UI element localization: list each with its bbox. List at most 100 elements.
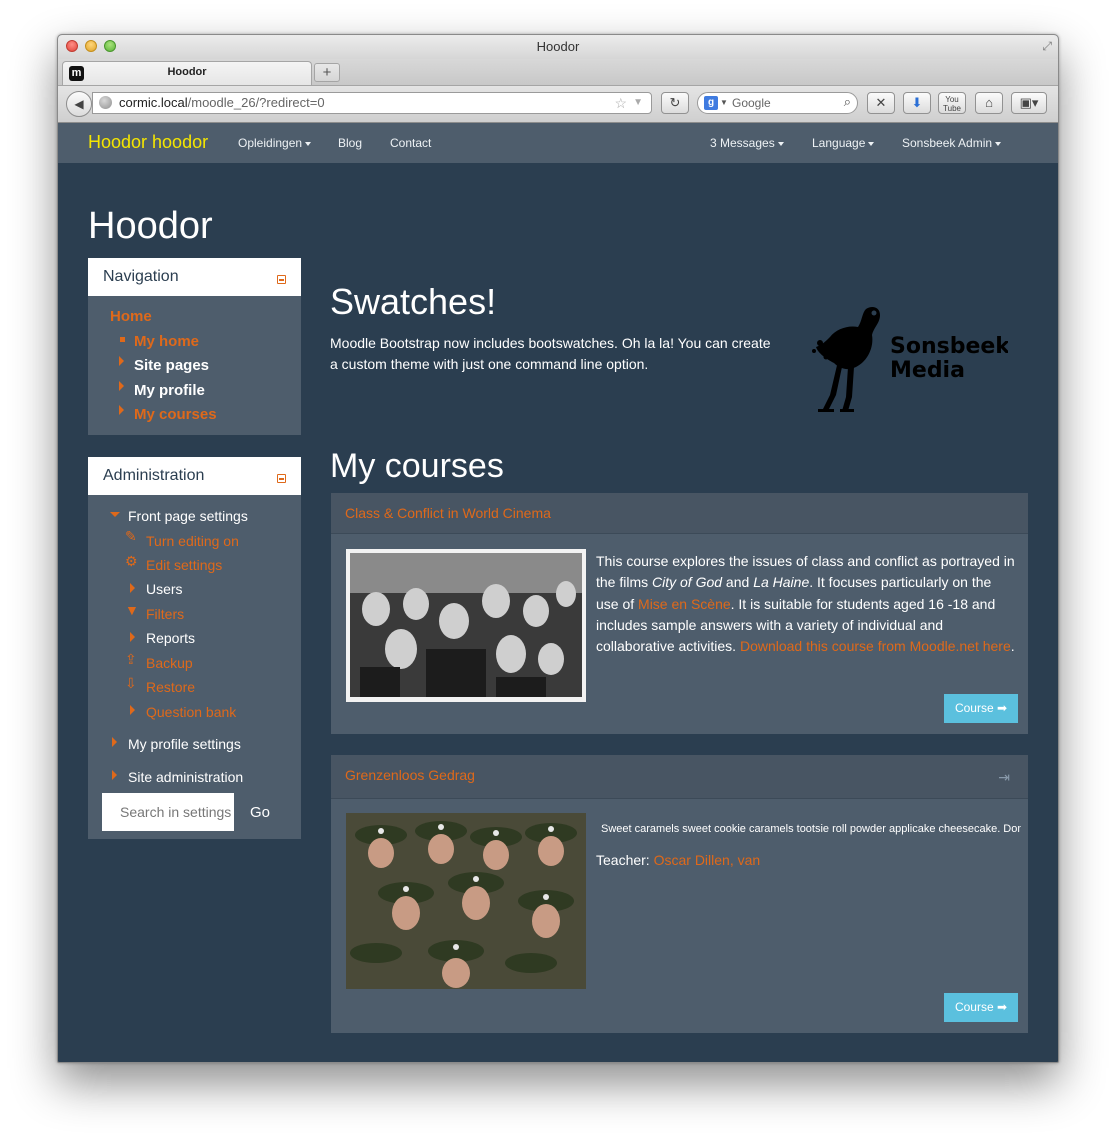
course-image-soldiers[interactable] — [346, 813, 586, 989]
course-summary: Sweet caramels sweet cookie caramels too… — [601, 823, 1021, 835]
admin-backup[interactable]: Backup — [146, 655, 193, 671]
filter-icon: ▼ — [125, 602, 139, 618]
administration-block-title: Administration — [103, 467, 205, 484]
title-bar: Hoodor ⤢ — [58, 35, 1058, 59]
expand-arrow-icon[interactable] — [112, 770, 117, 780]
course-card-header: Class & Conflict in World Cinema — [331, 493, 1028, 534]
history-dropdown-icon[interactable]: ▼ — [633, 93, 643, 113]
collapse-icon[interactable] — [277, 275, 286, 284]
admin-reports[interactable]: Reports — [146, 630, 195, 646]
admin-users[interactable]: Users — [146, 581, 183, 597]
course-title-link[interactable]: Class & Conflict in World Cinema — [345, 505, 551, 521]
expand-arrow-icon[interactable] — [130, 583, 135, 593]
nav-contact[interactable]: Contact — [390, 136, 431, 150]
course-title-link[interactable]: Grenzenloos Gedrag — [345, 767, 475, 783]
arrow-right-icon: ➡ — [996, 1000, 1008, 1014]
swatches-text: Moodle Bootstrap now includes bootswatch… — [330, 335, 771, 372]
bookmarks-menu-button[interactable]: ▣▾ — [1011, 92, 1047, 114]
nav-user-menu[interactable]: Sonsbeek Admin — [902, 136, 1002, 150]
gear-icon: ⚙ — [125, 553, 138, 569]
fullscreen-icon[interactable]: ⤢ — [1042, 39, 1052, 54]
course-card-header: Grenzenloos Gedrag ⇥ — [331, 755, 1028, 799]
admin-my-profile-settings[interactable]: My profile settings — [128, 736, 241, 752]
administration-block: Administration Front page settings ✎ Tur… — [88, 457, 301, 839]
search-icon: ⌕ — [843, 94, 851, 109]
nav-blog[interactable]: Blog — [338, 136, 362, 150]
collapse-icon[interactable] — [277, 474, 286, 483]
caret-down-icon — [777, 141, 784, 146]
admin-front-page-settings[interactable]: Front page settings — [128, 508, 248, 524]
google-icon: g — [704, 96, 718, 110]
administration-block-header: Administration — [88, 457, 301, 495]
course-button[interactable]: Course ➡ — [944, 993, 1018, 1022]
caret-down-icon — [995, 141, 1002, 146]
admin-question-bank[interactable]: Question bank — [146, 704, 236, 720]
home-button[interactable]: ⌂ — [975, 92, 1003, 114]
new-tab-button[interactable]: + — [314, 63, 340, 82]
expand-arrow-icon[interactable] — [119, 356, 124, 366]
nav-home[interactable]: Home — [110, 308, 152, 325]
upload-icon: ⇪ — [125, 651, 137, 667]
admin-turn-editing-on[interactable]: Turn editing on — [146, 533, 239, 549]
navigation-block-header: Navigation — [88, 258, 301, 296]
expand-arrow-icon[interactable] — [112, 737, 117, 747]
globe-icon — [99, 96, 112, 109]
reload-button[interactable]: ↻ — [661, 92, 689, 114]
collapse-arrow-icon[interactable] — [110, 512, 120, 517]
download-course-link[interactable]: Download this course from Moodle.net her… — [740, 638, 1011, 654]
admin-site-administration[interactable]: Site administration — [128, 769, 243, 785]
tab-hoodor[interactable]: m Hoodor — [62, 61, 312, 85]
downloads-button[interactable]: ⬇ — [903, 92, 931, 114]
nav-my-profile[interactable]: My profile — [134, 382, 205, 399]
back-button[interactable]: ◀ — [66, 91, 92, 117]
course-image-crowd[interactable] — [346, 549, 586, 702]
nav-opleidingen[interactable]: Opleidingen — [238, 136, 312, 150]
svg-text:Media: Media — [890, 358, 965, 383]
navigation-block: Navigation Home My home Site pages My pr… — [88, 258, 301, 435]
browser-window: Hoodor ⤢ m Hoodor + ◀ cormic.local/moodl… — [57, 34, 1059, 1063]
search-bar[interactable]: g ▼ Google ⌕ — [697, 92, 858, 114]
course-card-grenzenloos-gedrag: Grenzenloos Gedrag ⇥ Sweet caramels swee… — [331, 755, 1028, 1033]
close-window-button[interactable] — [66, 40, 78, 52]
address-bar[interactable]: cormic.local/moodle_26/?redirect=0 ☆ ▼ — [92, 92, 652, 114]
nav-my-home[interactable]: My home — [134, 333, 199, 350]
mise-en-scene-link[interactable]: Mise en Scène — [638, 596, 731, 612]
expand-arrow-icon[interactable] — [119, 381, 124, 391]
teacher-link[interactable]: Oscar Dillen, van — [654, 852, 761, 868]
tab-title: Hoodor — [167, 66, 207, 78]
window-title: Hoodor — [536, 39, 580, 54]
expand-arrow-icon[interactable] — [130, 632, 135, 642]
admin-restore[interactable]: Restore — [146, 679, 195, 695]
youtube-icon[interactable]: You Tube — [938, 92, 966, 114]
expand-arrow-icon[interactable] — [119, 405, 124, 415]
admin-edit-settings[interactable]: Edit settings — [146, 557, 222, 573]
admin-search-input[interactable]: Search in settings — [102, 793, 234, 831]
enrol-icon[interactable]: ⇥ — [998, 769, 1010, 786]
nav-my-courses[interactable]: My courses — [134, 406, 217, 423]
caret-down-icon — [868, 141, 875, 146]
stop-button[interactable]: ✕ — [867, 92, 895, 114]
admin-search-go-button[interactable]: Go — [250, 804, 270, 821]
my-courses-heading: My courses — [330, 447, 504, 485]
course-summary: This course explores the issues of class… — [596, 553, 1015, 655]
bookmark-star-icon[interactable]: ☆ — [614, 93, 627, 113]
course-button[interactable]: Course ➡ — [944, 694, 1018, 723]
caret-down-icon — [305, 141, 312, 146]
engine-dropdown-icon[interactable]: ▼ — [720, 93, 728, 113]
zoom-window-button[interactable] — [104, 40, 116, 52]
page-title: Hoodor — [88, 205, 213, 247]
site-brand[interactable]: Hoodor hoodor — [88, 132, 208, 153]
course-teacher: Teacher: Oscar Dillen, van — [596, 852, 761, 868]
arrow-right-icon: ➡ — [996, 701, 1008, 715]
bullet-icon — [120, 337, 125, 342]
admin-filters[interactable]: Filters — [146, 606, 184, 622]
sonsbeek-media-logo: Sonsbeek Media — [812, 307, 1008, 412]
nav-messages[interactable]: 3 Messages — [710, 136, 784, 150]
expand-arrow-icon[interactable] — [130, 705, 135, 715]
nav-language[interactable]: Language — [812, 136, 875, 150]
swatches-heading: Swatches! — [330, 281, 497, 322]
site-navbar: Hoodor hoodor Opleidingen Blog Contact 3… — [58, 123, 1058, 163]
nav-site-pages[interactable]: Site pages — [134, 357, 209, 374]
minimize-window-button[interactable] — [85, 40, 97, 52]
download-icon: ⇩ — [125, 675, 137, 691]
